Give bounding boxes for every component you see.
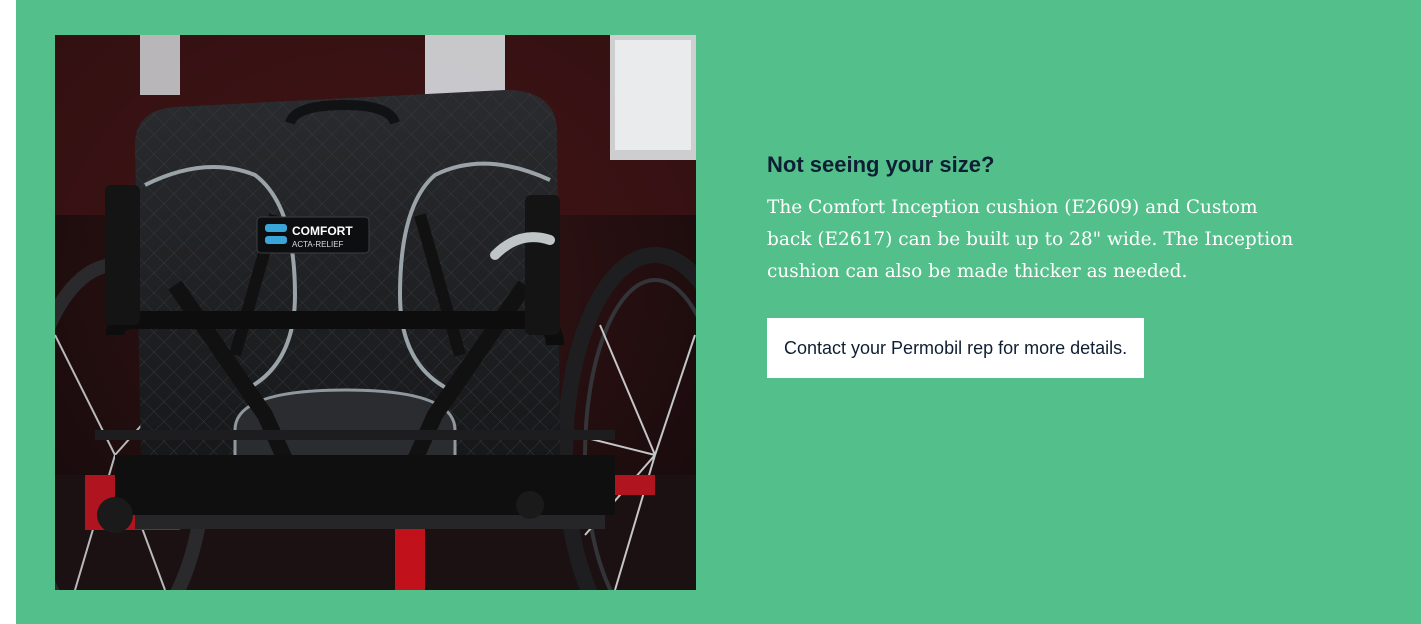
logo-line-2: ACTA-RELIEF	[292, 240, 344, 249]
product-photo: COMFORT ACTA-RELIEF	[55, 35, 696, 590]
promo-body-text: The Comfort Inception cushion (E2609) an…	[767, 197, 1294, 282]
promo-section: COMFORT ACTA-RELIEF Not seeing your size…	[16, 0, 1421, 624]
logo-line-1: COMFORT	[292, 224, 353, 238]
contact-rep-button[interactable]: Contact your Permobil rep for more detai…	[767, 318, 1145, 378]
promo-content: Not seeing your size? The Comfort Incept…	[767, 150, 1327, 378]
brand-logo-badge: COMFORT ACTA-RELIEF	[256, 216, 370, 254]
wheelchair-back-image: COMFORT ACTA-RELIEF	[55, 35, 696, 590]
promo-heading: Not seeing your size?	[767, 152, 995, 177]
